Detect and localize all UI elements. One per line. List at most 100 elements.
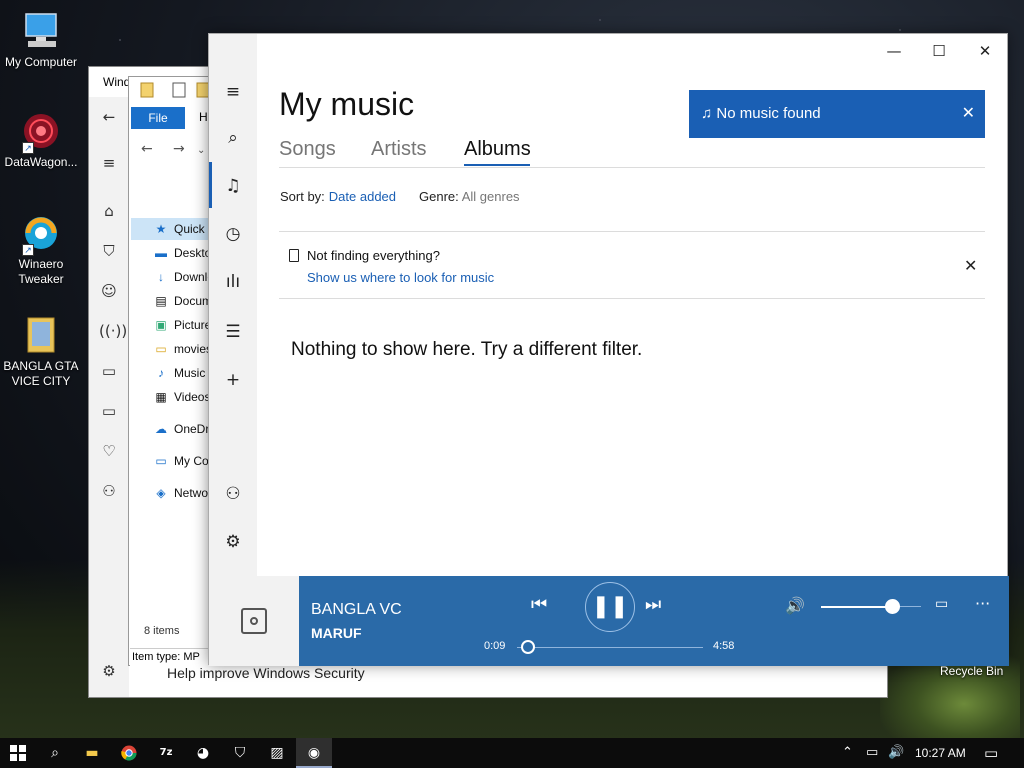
genre-filter[interactable]: Genre: All genres bbox=[419, 189, 520, 204]
no-music-found-banner[interactable]: ♫ No music found ✕ bbox=[689, 90, 985, 138]
previous-track-icon[interactable]: ⏮ bbox=[531, 594, 547, 615]
tab-albums[interactable]: Albums bbox=[464, 138, 531, 161]
chrome-icon[interactable] bbox=[111, 738, 147, 768]
volume-slider-thumb[interactable] bbox=[885, 599, 900, 614]
desktop-icon-datawagon[interactable]: ↗ DataWagon... bbox=[0, 110, 82, 170]
hamburger-icon[interactable]: ≡ bbox=[99, 153, 119, 173]
forward-arrow-icon[interactable]: → bbox=[173, 141, 185, 157]
document-icon: ▤ bbox=[155, 294, 167, 308]
seek-slider-thumb[interactable] bbox=[520, 640, 535, 654]
empty-state-message: Nothing to show here. Try a different fi… bbox=[291, 339, 643, 360]
desktop-icon-winaero[interactable]: ↗ Winaero Tweaker bbox=[0, 212, 82, 287]
shield-icon[interactable]: ⛉ bbox=[222, 738, 258, 768]
volume-fill bbox=[821, 606, 893, 608]
search-icon[interactable]: ⌕ bbox=[37, 738, 73, 768]
nav-label: Music bbox=[174, 366, 206, 380]
network-icon[interactable]: ▭ bbox=[866, 738, 878, 768]
home-tab[interactable]: H bbox=[199, 110, 208, 124]
tab-divider bbox=[279, 167, 985, 168]
maximize-button[interactable]: ☐ bbox=[927, 42, 951, 60]
volume-icon[interactable]: 🔊 bbox=[785, 596, 805, 615]
taskbar: ⌕ ▬ 7z ◕ ⛉ ▨ ◉ ⌃ ▭ 🔊 10:27 AM ▭ bbox=[0, 738, 1024, 768]
computer-icon: ▭ bbox=[155, 454, 167, 468]
nav-item-quick-access[interactable]: ★Quick access bbox=[131, 218, 219, 240]
sort-filter[interactable]: Sort by: Date added bbox=[280, 189, 396, 204]
shield-icon[interactable]: ⛉ bbox=[99, 241, 119, 261]
groove-music-icon[interactable]: ◉ bbox=[296, 738, 332, 768]
family-icon[interactable]: ⚇ bbox=[99, 481, 119, 501]
nav-label: Videos bbox=[174, 390, 211, 404]
desktop-icon-bangla-gta[interactable]: BANGLA GTA VICE CITY bbox=[0, 314, 82, 389]
album-art[interactable] bbox=[209, 576, 299, 666]
account-icon[interactable]: ⚇ bbox=[221, 482, 245, 506]
winaero-icon[interactable]: ◕ bbox=[185, 738, 221, 768]
groove-nav-rail: ≡ ⌕ ♫ ◷ ılı ☰ + ⚇ ⚙ bbox=[209, 34, 257, 666]
not-finding-title: Not finding everything? bbox=[307, 248, 440, 263]
tab-songs[interactable]: Songs bbox=[279, 138, 336, 161]
desktop-icon-my-computer[interactable]: My Computer bbox=[0, 10, 82, 70]
gear-icon[interactable]: ⚙ bbox=[221, 530, 245, 554]
next-track-icon[interactable]: ⏭ bbox=[645, 594, 661, 615]
shortcut-arrow-icon: ↗ bbox=[22, 142, 34, 154]
search-icon[interactable]: ⌕ bbox=[221, 126, 245, 150]
star-icon: ★ bbox=[155, 222, 167, 236]
folder-icon bbox=[20, 314, 62, 356]
home-icon[interactable]: ⌂ bbox=[99, 201, 119, 221]
artist-name[interactable]: MARUF bbox=[311, 625, 362, 641]
minimize-button[interactable]: — bbox=[882, 42, 906, 60]
security-sidebar: ← ≡ ⌂ ⛉ ☺ ((·)) ▭ ▭ ♡ ⚇ ⚙ bbox=[89, 97, 129, 697]
heart-icon[interactable]: ♡ bbox=[99, 441, 119, 461]
close-button[interactable]: ✕ bbox=[973, 42, 997, 60]
7zip-icon[interactable]: 7z bbox=[148, 738, 184, 768]
clock[interactable]: 10:27 AM bbox=[915, 738, 966, 768]
mini-player-icon[interactable]: ▭ bbox=[935, 596, 948, 612]
folder-icon: ▭ bbox=[155, 342, 167, 356]
desktop-icon-label: DataWagon... bbox=[4, 155, 78, 169]
browser-icon[interactable]: ▭ bbox=[99, 361, 119, 381]
close-icon[interactable]: ✕ bbox=[964, 256, 977, 275]
file-explorer-icon[interactable]: ▬ bbox=[74, 738, 110, 768]
now-playing-icon[interactable]: ılı bbox=[221, 270, 245, 294]
file-tab[interactable]: File bbox=[131, 107, 185, 129]
seek-track[interactable] bbox=[517, 647, 703, 648]
laptop-icon[interactable]: ▭ bbox=[99, 401, 119, 421]
sort-label: Sort by: bbox=[280, 189, 325, 204]
volume-icon[interactable]: 🔊 bbox=[888, 738, 904, 768]
toolbar-icons bbox=[140, 82, 210, 98]
pause-button[interactable]: ❚❚ bbox=[585, 582, 635, 632]
music-note-icon[interactable]: ♫ bbox=[221, 174, 245, 198]
photos-icon[interactable]: ▨ bbox=[259, 738, 295, 768]
hamburger-icon[interactable]: ≡ bbox=[221, 80, 245, 104]
gear-icon[interactable]: ⚙ bbox=[99, 661, 119, 681]
back-arrow-icon[interactable]: ← bbox=[99, 107, 119, 127]
active-tab-underline bbox=[464, 164, 530, 166]
close-icon[interactable]: ✕ bbox=[962, 90, 975, 138]
recent-clock-icon[interactable]: ◷ bbox=[221, 222, 245, 246]
song-title[interactable]: BANGLA VC bbox=[311, 601, 402, 619]
file-explorer-window[interactable]: File H ← → ⌄ ★Quick access ▬Desktop ↓Dow… bbox=[128, 76, 223, 666]
picture-icon: ▣ bbox=[155, 318, 167, 332]
chevron-down-icon[interactable]: ⌄ bbox=[197, 145, 205, 156]
help-improve-link[interactable]: Help improve Windows Security bbox=[167, 665, 365, 681]
person-icon[interactable]: ☺ bbox=[99, 281, 119, 301]
sort-value[interactable]: Date added bbox=[329, 189, 396, 204]
windows-start-icon[interactable] bbox=[0, 738, 36, 768]
film-icon: ▦ bbox=[155, 390, 167, 404]
chevron-up-icon[interactable]: ⌃ bbox=[842, 738, 853, 768]
wifi-icon[interactable]: ((·)) bbox=[99, 321, 127, 341]
add-playlist-icon[interactable]: + bbox=[221, 368, 245, 392]
recycle-bin-label[interactable]: Recycle Bin bbox=[940, 664, 1003, 678]
desktop-icon-label: BANGLA GTA VICE CITY bbox=[3, 359, 79, 388]
groove-music-window[interactable]: ≡ ⌕ ♫ ◷ ılı ☰ + ⚇ ⚙ — ☐ ✕ My music Songs… bbox=[208, 33, 1009, 666]
playlists-icon[interactable]: ☰ bbox=[221, 320, 245, 344]
notifications-icon[interactable]: ▭ bbox=[984, 738, 998, 768]
music-note-icon: ♪ bbox=[158, 366, 164, 380]
back-arrow-icon[interactable]: ← bbox=[141, 141, 153, 157]
more-options-icon[interactable]: ··· bbox=[975, 594, 990, 613]
duration-time: 4:58 bbox=[713, 640, 735, 652]
show-where-to-look-link[interactable]: Show us where to look for music bbox=[307, 270, 494, 285]
genre-value[interactable]: All genres bbox=[462, 189, 520, 204]
explorer-status-bar: Item type: MP bbox=[130, 648, 210, 666]
item-count: 8 items bbox=[144, 625, 180, 637]
tab-artists[interactable]: Artists bbox=[371, 138, 427, 161]
